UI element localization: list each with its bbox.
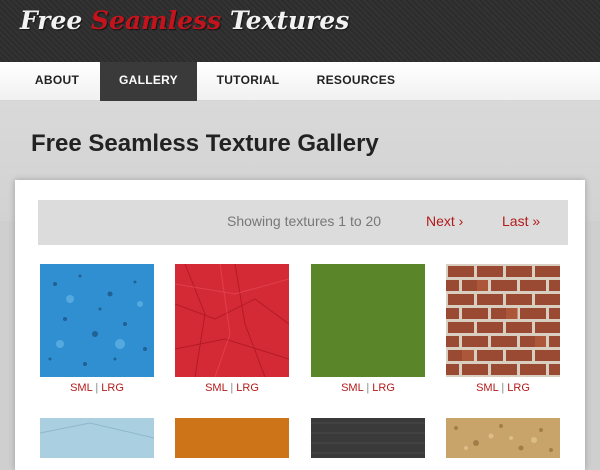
- site-logo[interactable]: Free Seamless Textures: [20, 4, 349, 44]
- logo-word-free: Free: [20, 6, 83, 35]
- nav-item-tutorial[interactable]: TUTORIAL: [210, 62, 286, 100]
- lrg-link[interactable]: LRG: [507, 382, 530, 394]
- texture-links-1: SML | LRG: [40, 382, 154, 394]
- lrg-link[interactable]: LRG: [101, 382, 124, 394]
- dark-fabric-image: [311, 418, 425, 458]
- sml-link[interactable]: SML: [341, 382, 363, 394]
- texture-thumb-light-blue-paper[interactable]: [39, 418, 155, 458]
- blue-paint-image: [40, 264, 154, 377]
- texture-thumb-dark-fabric[interactable]: [311, 418, 425, 458]
- lrg-link[interactable]: LRG: [236, 382, 259, 394]
- link-separator: |: [366, 382, 370, 394]
- red-paper-image: [174, 263, 290, 378]
- orange-texture-image: [175, 418, 289, 458]
- logo-word-textures: Textures: [229, 6, 350, 35]
- site-header: Free Seamless Textures: [0, 0, 600, 62]
- link-separator: |: [501, 382, 505, 394]
- link-separator: |: [230, 382, 234, 394]
- sml-link[interactable]: SML: [476, 382, 498, 394]
- texture-thumb-green-fabric[interactable]: [311, 264, 425, 377]
- link-separator: |: [95, 382, 99, 394]
- logo-word-seamless: Seamless: [91, 6, 222, 35]
- sml-link[interactable]: SML: [70, 382, 92, 394]
- texture-links-2: SML | LRG: [175, 382, 289, 394]
- nav-item-resources[interactable]: RESOURCES: [310, 62, 402, 100]
- green-fabric-image: [311, 264, 425, 377]
- nav-item-about[interactable]: ABOUT: [22, 62, 92, 100]
- pagination-status: Showing textures 1 to 20: [227, 213, 382, 229]
- sml-link[interactable]: SML: [205, 382, 227, 394]
- page-title: Free Seamless Texture Gallery: [31, 130, 379, 157]
- last-page-link[interactable]: Last »: [502, 213, 540, 229]
- texture-links-3: SML | LRG: [311, 382, 425, 394]
- texture-thumb-blue-paint[interactable]: [40, 264, 154, 377]
- brick-wall-image: [446, 264, 560, 377]
- texture-thumb-orange[interactable]: [175, 418, 289, 458]
- main-nav: ABOUT GALLERY TUTORIAL RESOURCES: [0, 62, 600, 107]
- texture-links-4: SML | LRG: [446, 382, 560, 394]
- next-page-link[interactable]: Next ›: [426, 213, 463, 229]
- lrg-link[interactable]: LRG: [372, 382, 395, 394]
- cork-image: [446, 418, 560, 458]
- light-blue-paper-image: [39, 418, 155, 458]
- texture-thumb-red-paper[interactable]: [174, 263, 290, 378]
- texture-thumb-cork[interactable]: [446, 418, 560, 458]
- texture-thumb-brick-wall[interactable]: [446, 264, 560, 377]
